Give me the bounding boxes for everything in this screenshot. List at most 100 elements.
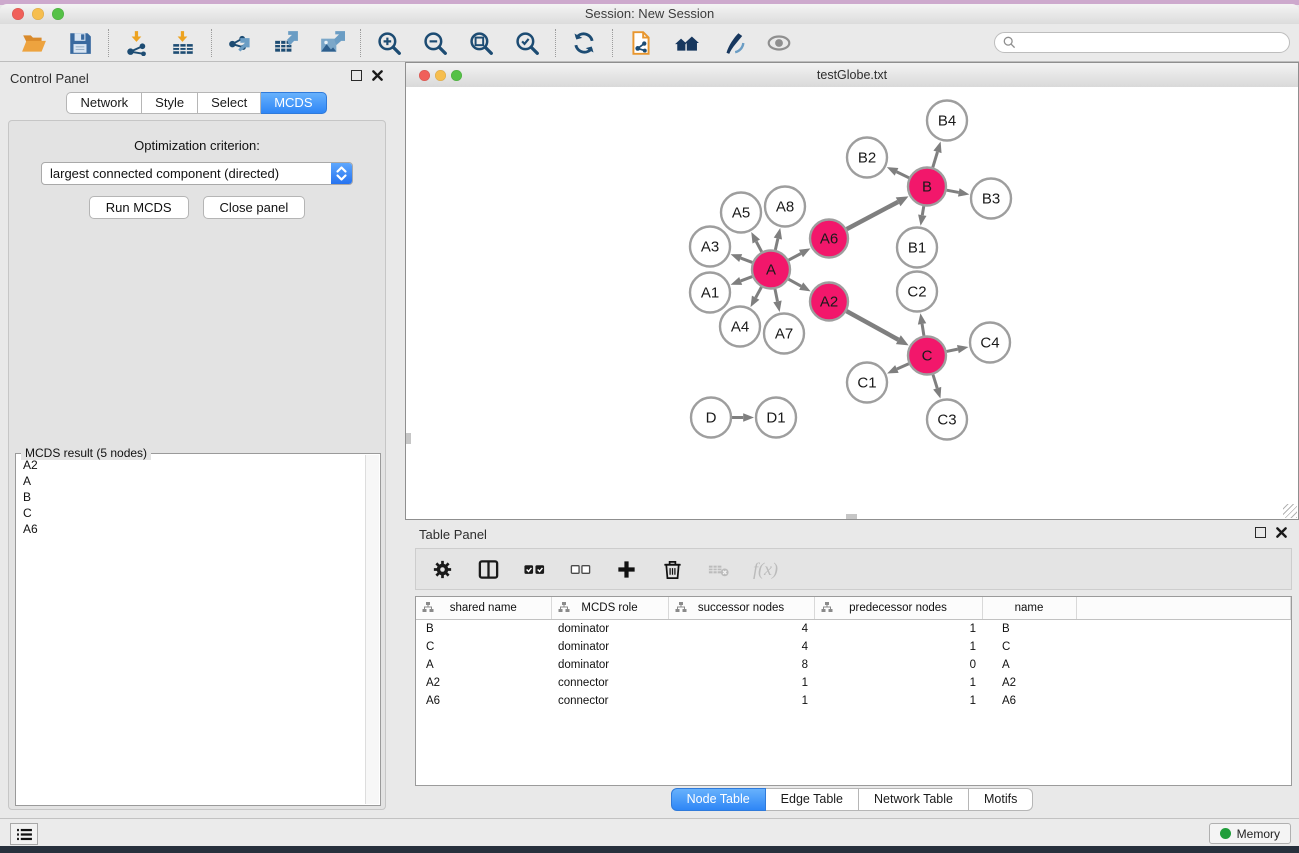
zoom-fit-icon[interactable]	[468, 30, 494, 56]
table-cell[interactable]: B	[416, 620, 551, 639]
canvas-left-grip[interactable]	[406, 433, 411, 444]
column-header-MCDS-role[interactable]: MCDS role	[551, 597, 668, 620]
column-header-shared-name[interactable]: shared name	[416, 597, 551, 620]
graph-edge-A-A7[interactable]	[775, 289, 777, 301]
table-cell[interactable]: C	[416, 638, 551, 656]
mcds-result-item[interactable]: A2	[17, 457, 365, 473]
column-header-predecessor-nodes[interactable]: predecessor nodes	[814, 597, 982, 620]
table-cell[interactable]: 8	[668, 656, 814, 674]
zoom-out-icon[interactable]	[422, 30, 448, 56]
graph-edge-B-B4[interactable]	[933, 152, 938, 167]
graph-edge-A-A4[interactable]	[756, 287, 762, 298]
table-cell[interactable]: A2	[416, 674, 551, 692]
network-canvas[interactable]: B4B2BB3A8A5A6A3B1AC2A1A2A4A7C4CC1DD1C3	[406, 87, 1298, 519]
table-tab-motifs[interactable]: Motifs	[969, 788, 1033, 811]
table-row[interactable]: A6connector11A6	[416, 692, 1291, 710]
column-header-successor-nodes[interactable]: successor nodes	[668, 597, 814, 620]
graph-edge-C-C2[interactable]	[922, 324, 924, 336]
memory-button[interactable]: Memory	[1209, 823, 1291, 844]
add-row-icon[interactable]	[615, 558, 638, 581]
float-panel-icon[interactable]	[351, 70, 362, 81]
table-cell[interactable]: dominator	[551, 638, 668, 656]
search-box[interactable]	[994, 32, 1290, 53]
graph-edge-A-A6[interactable]	[789, 253, 801, 260]
table-cell[interactable]: 1	[814, 620, 982, 639]
graph-edge-A-A8[interactable]	[775, 239, 778, 250]
graph-edge-B-B3[interactable]	[947, 190, 959, 192]
graph-edge-C-C3[interactable]	[933, 375, 937, 389]
refresh-layout-icon[interactable]	[571, 30, 597, 56]
mcds-result-item[interactable]: A	[17, 473, 365, 489]
graph-edge-C-C1[interactable]	[897, 364, 909, 369]
import-table-icon[interactable]	[170, 30, 196, 56]
table-cell[interactable]: A	[982, 656, 1076, 674]
run-mcds-button[interactable]: Run MCDS	[89, 196, 189, 219]
home-icon[interactable]	[674, 30, 700, 56]
task-history-button[interactable]	[10, 823, 38, 845]
table-tab-node-table[interactable]: Node Table	[671, 788, 766, 811]
table-cell[interactable]: B	[982, 620, 1076, 639]
tab-network[interactable]: Network	[66, 92, 142, 114]
export-image-icon[interactable]	[319, 30, 345, 56]
graph-edge-A-A1[interactable]	[741, 277, 753, 281]
table-cell[interactable]: 4	[668, 620, 814, 639]
eye-icon[interactable]	[766, 30, 792, 56]
close-panel-icon[interactable]	[372, 70, 383, 81]
table-cell[interactable]: 1	[814, 638, 982, 656]
table-cell[interactable]: A6	[416, 692, 551, 710]
table-cell[interactable]: A	[416, 656, 551, 674]
table-cell[interactable]: 1	[814, 692, 982, 710]
table-cell[interactable]: dominator	[551, 656, 668, 674]
table-cell[interactable]: connector	[551, 674, 668, 692]
mcds-result-item[interactable]: A6	[17, 521, 365, 537]
export-table-icon[interactable]	[273, 30, 299, 56]
table-row[interactable]: Adominator80A	[416, 656, 1291, 674]
table-cell[interactable]: 1	[814, 674, 982, 692]
graph-edge-A-A3[interactable]	[741, 258, 753, 262]
table-cell[interactable]: C	[982, 638, 1076, 656]
window-resize-grip[interactable]	[1283, 504, 1297, 518]
close-panel-button[interactable]: Close panel	[203, 196, 306, 219]
table-tab-edge-table[interactable]: Edge Table	[766, 788, 859, 811]
deselect-all-icon[interactable]	[569, 558, 592, 581]
tab-mcds[interactable]: MCDS	[261, 92, 326, 114]
optimization-criterion-dropdown[interactable]: largest connected component (directed)	[41, 162, 353, 185]
table-cell[interactable]: A2	[982, 674, 1076, 692]
columns-icon[interactable]	[477, 558, 500, 581]
delete-row-icon[interactable]	[661, 558, 684, 581]
table-row[interactable]: A2connector11A2	[416, 674, 1291, 692]
table-cell[interactable]: 0	[814, 656, 982, 674]
graph-edge-A-A5[interactable]	[756, 242, 761, 252]
column-header-name[interactable]: name	[982, 597, 1076, 620]
graph-edge-C-C4[interactable]	[947, 349, 958, 351]
mcds-result-item[interactable]: B	[17, 489, 365, 505]
table-row[interactable]: Cdominator41C	[416, 638, 1291, 656]
table-row[interactable]: Bdominator41B	[416, 620, 1291, 639]
tab-select[interactable]: Select	[198, 92, 261, 114]
mcds-result-item[interactable]: C	[17, 505, 365, 521]
graph-edge-B-B2[interactable]	[897, 172, 909, 178]
network-from-selection-icon[interactable]	[628, 30, 654, 56]
table-cell[interactable]: 1	[668, 674, 814, 692]
graph-edge-A2-C[interactable]	[847, 311, 899, 340]
save-session-icon[interactable]	[67, 30, 93, 56]
open-session-icon[interactable]	[21, 30, 47, 56]
select-all-icon[interactable]	[523, 558, 546, 581]
annotation-brush-icon[interactable]	[720, 30, 746, 56]
float-table-panel-icon[interactable]	[1255, 527, 1266, 538]
table-cell[interactable]: dominator	[551, 620, 668, 639]
table-cell[interactable]: 4	[668, 638, 814, 656]
close-table-panel-icon[interactable]	[1276, 527, 1287, 538]
gear-icon[interactable]	[431, 558, 454, 581]
graph-edge-A-A2[interactable]	[789, 279, 802, 286]
zoom-in-icon[interactable]	[376, 30, 402, 56]
table-tab-network-table[interactable]: Network Table	[859, 788, 969, 811]
canvas-bottom-grip[interactable]	[846, 514, 857, 519]
graph-edge-B-B1[interactable]	[922, 206, 923, 215]
zoom-selected-icon[interactable]	[514, 30, 540, 56]
import-network-icon[interactable]	[124, 30, 150, 56]
table-cell[interactable]: A6	[982, 692, 1076, 710]
export-network-icon[interactable]	[227, 30, 253, 56]
result-scrollbar[interactable]	[365, 455, 379, 804]
search-input[interactable]	[1016, 35, 1281, 51]
